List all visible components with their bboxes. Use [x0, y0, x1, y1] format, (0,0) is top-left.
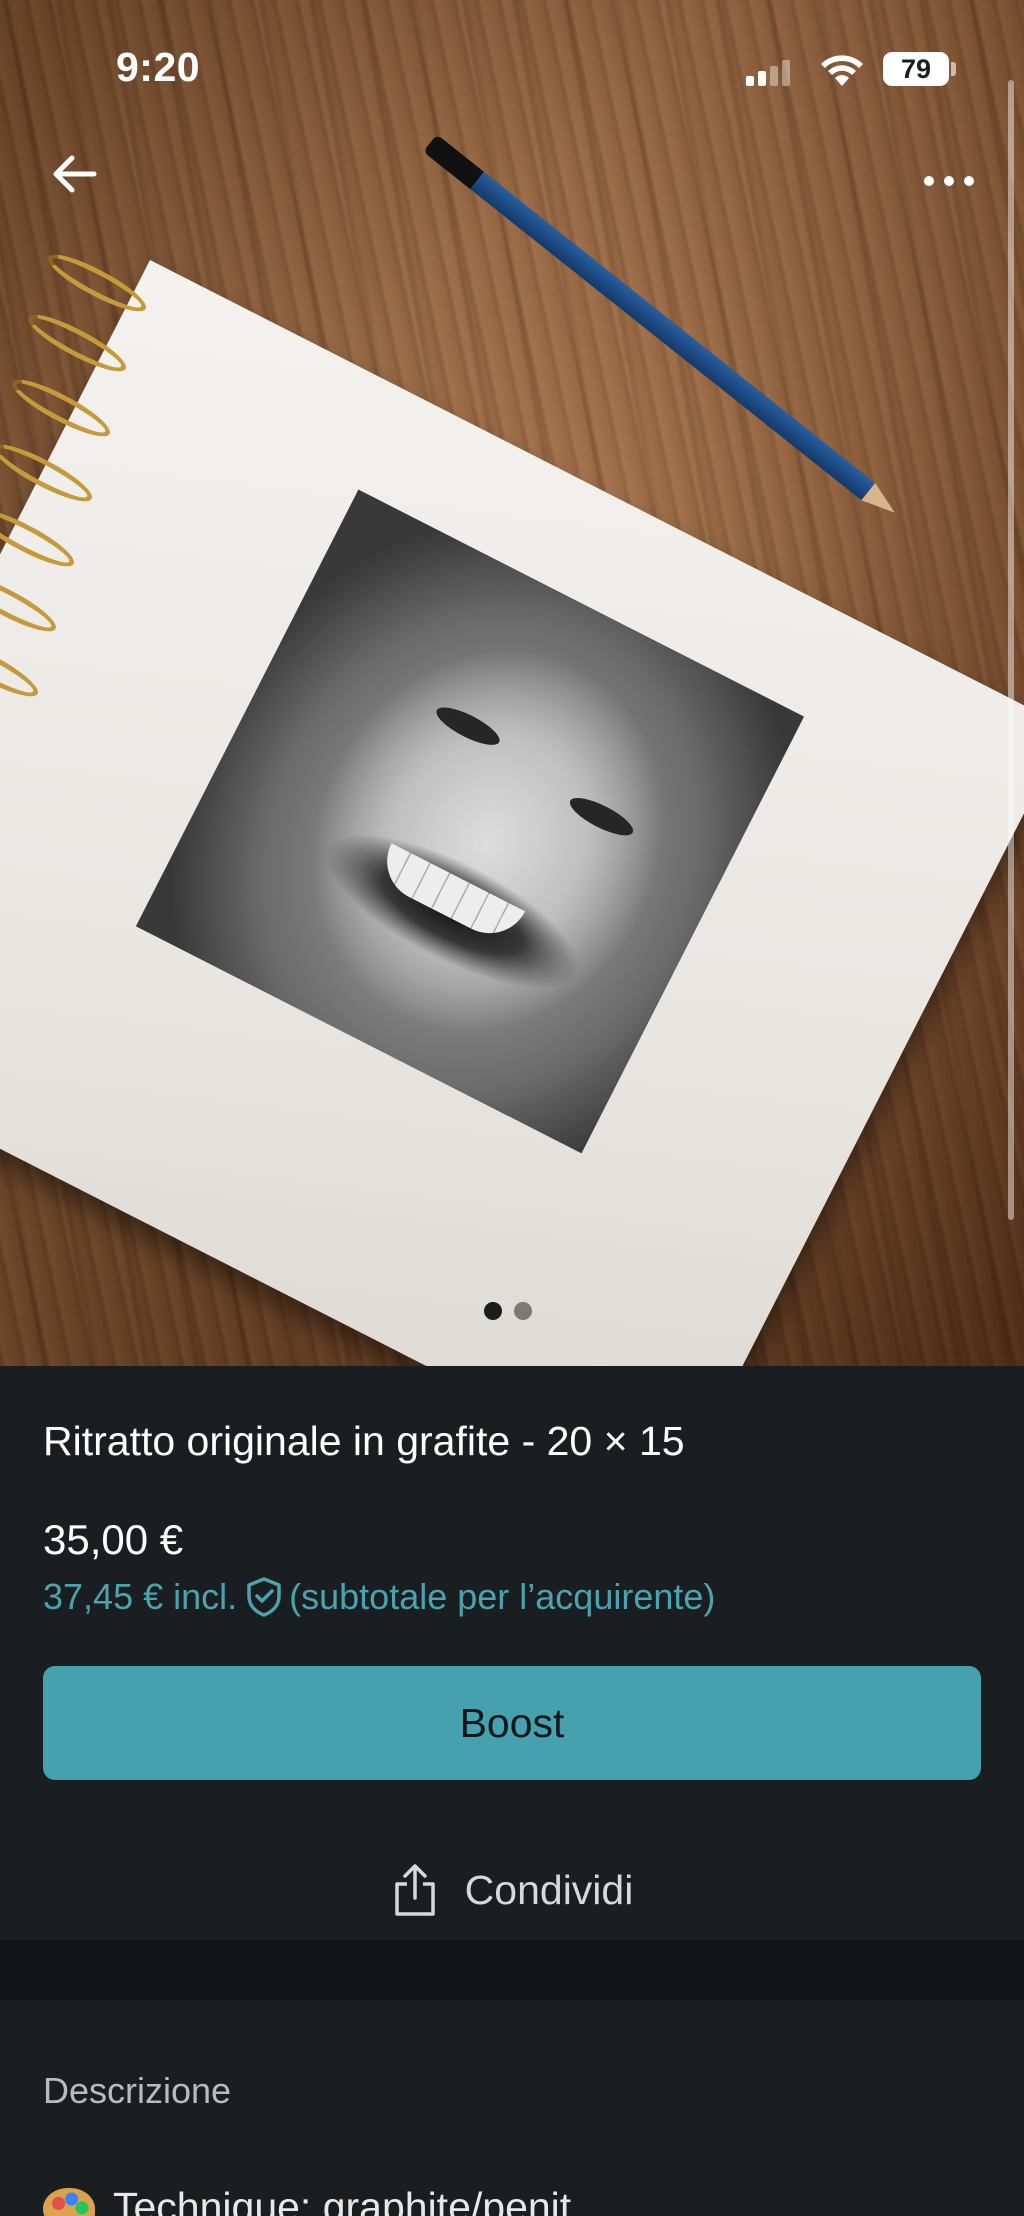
more-options-button[interactable]: [916, 160, 982, 200]
graphite-portrait: [135, 489, 804, 1154]
artist-palette-icon: [43, 2188, 95, 2216]
cellular-signal-icon: [746, 60, 792, 86]
share-button[interactable]: Condividi: [0, 1850, 1024, 1930]
share-icon: [394, 1864, 435, 1916]
boost-button[interactable]: Boost: [43, 1666, 981, 1780]
listing-info-panel: Ritratto originale in grafite - 20 × 15 …: [0, 1366, 1024, 1940]
listing-price: 35,00 €: [43, 1516, 184, 1563]
shield-check-icon: [247, 1577, 281, 1617]
scroll-indicator: [1008, 80, 1014, 1220]
battery-indicator: 79: [883, 52, 949, 86]
description-heading: Descrizione: [43, 2070, 232, 2111]
battery-tip: [951, 62, 956, 76]
description-section: Descrizione Technique: graphite/penit: [0, 2000, 1024, 2216]
gallery-pagination: [484, 1302, 540, 1320]
pagination-dot: [514, 1302, 532, 1320]
buyer-price-link[interactable]: 37,45 € incl. (subtotale per l’acquirent…: [43, 1576, 715, 1618]
wifi-icon: [821, 55, 863, 86]
status-bar: 9:20 79: [0, 0, 1024, 140]
buyer-price-note: (subtotale per l’acquirente): [289, 1576, 716, 1617]
listing-photo[interactable]: [0, 0, 1024, 1366]
description-first-line: Technique: graphite/penit: [113, 2184, 572, 2216]
section-divider: [0, 1940, 1024, 2000]
back-button[interactable]: [48, 148, 100, 200]
description-text: Technique: graphite/penit: [43, 2184, 571, 2216]
buyer-price: 37,45 € incl.: [43, 1576, 238, 1617]
listing-title: Ritratto originale in grafite - 20 × 15: [43, 1418, 685, 1464]
share-label: Condividi: [464, 1866, 634, 1913]
status-time: 9:20: [116, 44, 201, 90]
pagination-dot-active: [484, 1302, 502, 1320]
